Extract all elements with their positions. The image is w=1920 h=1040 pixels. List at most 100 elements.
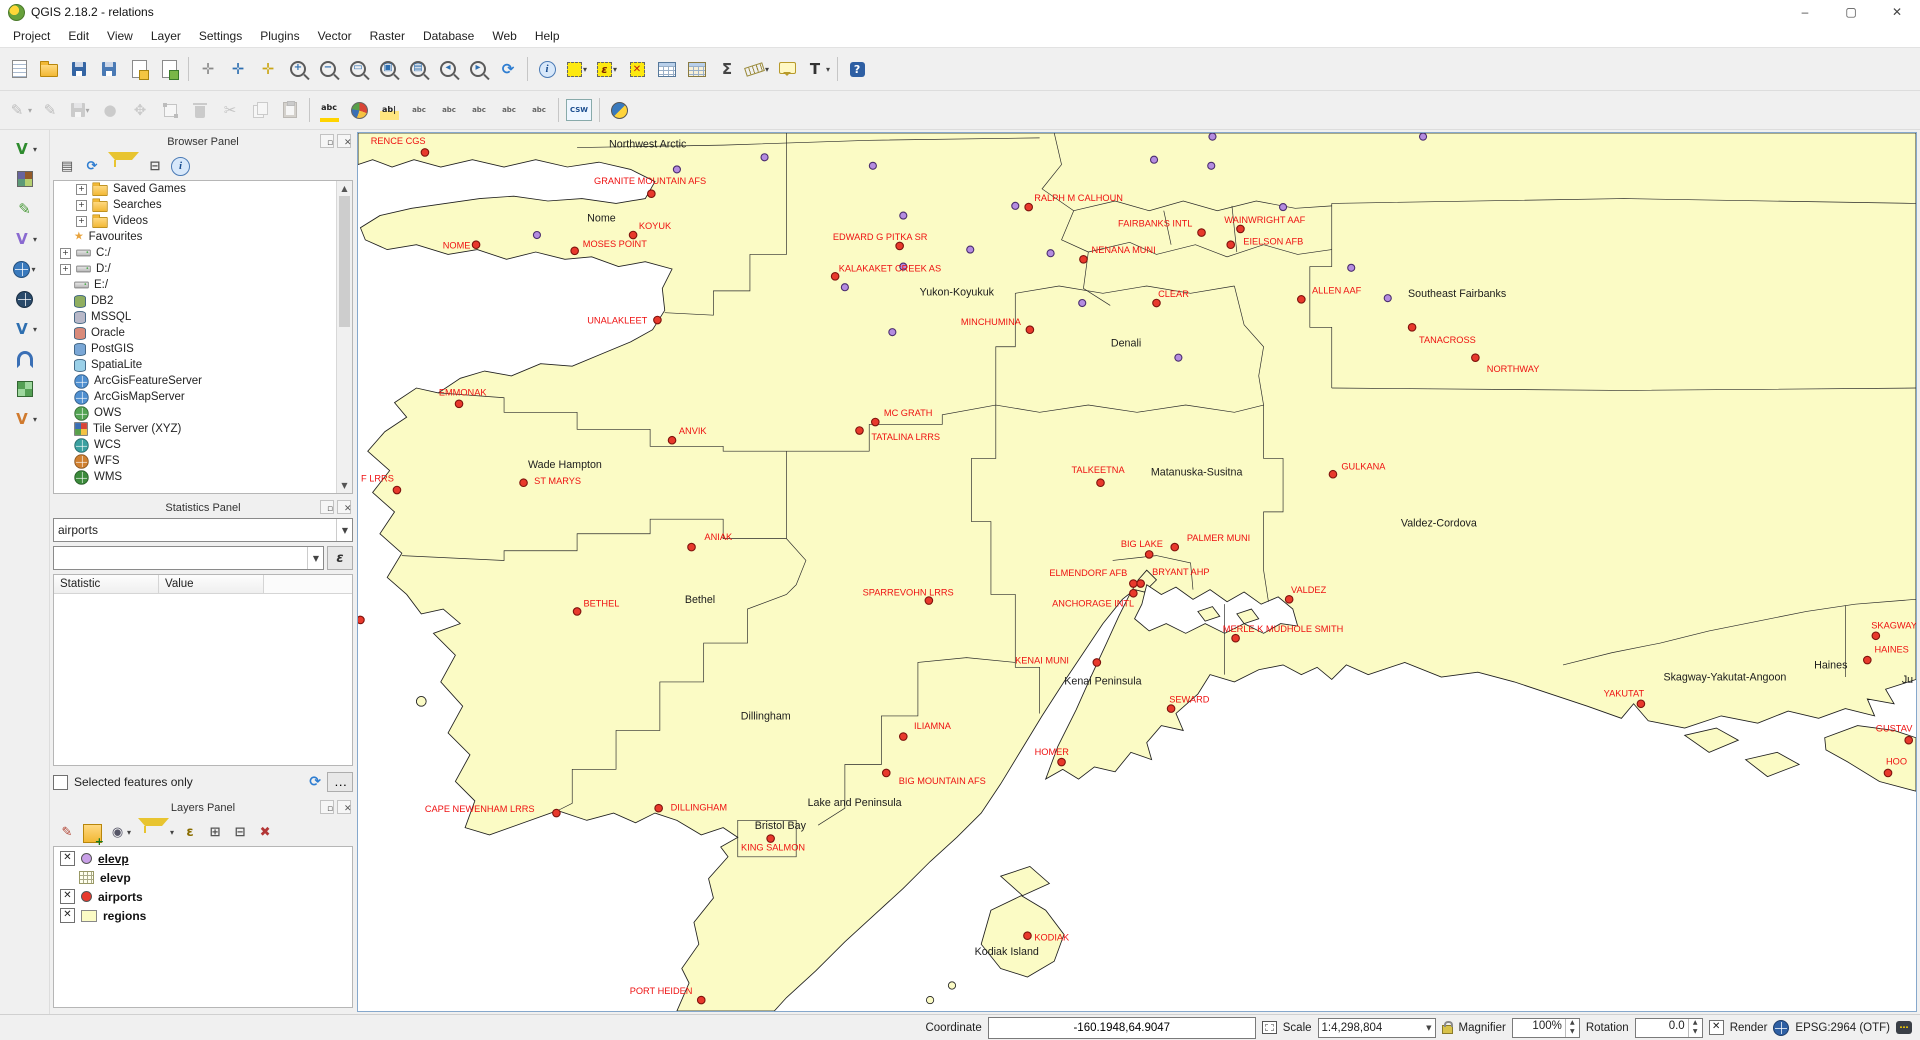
menu-view[interactable]: View xyxy=(98,26,142,46)
menu-plugins[interactable]: Plugins xyxy=(251,26,308,46)
browser-item-favourites[interactable]: Favourites xyxy=(54,229,352,245)
layer-checkbox[interactable] xyxy=(60,851,75,866)
browser-item-saved-games[interactable]: + Saved Games xyxy=(54,181,352,197)
panel-properties-button[interactable]: ▤ xyxy=(56,155,78,177)
expander-icon[interactable]: + xyxy=(76,199,87,211)
save-project-button[interactable] xyxy=(65,55,93,83)
remove-layer-button[interactable]: ✖ xyxy=(254,821,276,843)
save-project-as-button[interactable] xyxy=(95,55,123,83)
filter-expression-button[interactable]: ε xyxy=(179,821,201,843)
scale-combo[interactable]: 1:4,298,804 ▼ xyxy=(1317,1017,1436,1038)
select-by-expression-dropdown-icon[interactable]: ▾ xyxy=(613,65,617,74)
layer-checkbox[interactable] xyxy=(60,908,75,923)
rotate-label-button[interactable] xyxy=(495,96,523,124)
browser-item-c[interactable]: + C:/ xyxy=(54,245,352,261)
browser-item-wfs[interactable]: WFS xyxy=(54,453,352,469)
menu-database[interactable]: Database xyxy=(414,26,483,46)
layer-checkbox[interactable] xyxy=(60,889,75,904)
maximize-button[interactable]: ▢ xyxy=(1828,0,1874,24)
offline-editing-button[interactable] xyxy=(11,165,39,193)
statistics-close-button[interactable]: ✕ xyxy=(337,500,352,514)
menu-vector[interactable]: Vector xyxy=(309,26,361,46)
manage-themes-dropdown-icon[interactable]: ▾ xyxy=(127,828,131,837)
browser-float-button[interactable]: ▫ xyxy=(320,134,334,148)
expand-all-button[interactable]: ⊞ xyxy=(204,821,226,843)
browser-item-db2[interactable]: DB2 xyxy=(54,293,352,309)
layer-diagram-options-button[interactable] xyxy=(345,96,373,124)
menu-help[interactable]: Help xyxy=(526,26,569,46)
freehand-digitize-button[interactable]: ✎ xyxy=(11,195,39,223)
show-hide-labels-button[interactable] xyxy=(435,96,463,124)
menu-edit[interactable]: Edit xyxy=(59,26,98,46)
save-layer-edits-button[interactable]: ▾ xyxy=(66,96,94,124)
topology-checker-button[interactable] xyxy=(11,375,39,403)
processing-tools-button[interactable]: V ▾ xyxy=(10,405,39,433)
statistics-refresh-icon[interactable]: ⟳ xyxy=(309,772,321,792)
close-button[interactable]: ✕ xyxy=(1874,0,1920,24)
expression-builder-button[interactable]: ε xyxy=(327,546,353,570)
processing-tools-dropdown-icon[interactable]: ▾ xyxy=(33,415,37,424)
filter-browser-button[interactable] xyxy=(106,152,141,177)
vector-tools-dropdown-icon[interactable]: ▾ xyxy=(33,145,37,154)
zoom-next-button[interactable] xyxy=(464,55,492,83)
deselect-all-button[interactable] xyxy=(623,55,651,83)
extent-toggle-icon[interactable] xyxy=(1261,1021,1277,1034)
delete-selected-button[interactable] xyxy=(186,96,214,124)
refresh-browser-button[interactable]: ⟳ xyxy=(81,155,103,177)
composer-manager-button[interactable] xyxy=(155,55,183,83)
browser-item-spatialite[interactable]: SpatiaLite xyxy=(54,357,352,373)
layer-row-regions-3[interactable]: regions xyxy=(54,906,352,925)
statistics-float-button[interactable]: ▫ xyxy=(320,500,334,514)
statistic-column-header[interactable]: Statistic xyxy=(54,575,159,593)
expander-icon[interactable]: + xyxy=(76,183,87,195)
item-properties-button[interactable] xyxy=(169,155,192,177)
add-feature-button[interactable]: ● xyxy=(96,96,124,124)
field-calculator-button[interactable] xyxy=(683,55,711,83)
crs-status[interactable]: EPSG:2964 (OTF) xyxy=(1795,1022,1890,1034)
csw-search-button[interactable] xyxy=(564,96,594,124)
pan-map-button[interactable]: ✛ xyxy=(224,55,252,83)
change-label-button[interactable] xyxy=(525,96,553,124)
current-edits-button[interactable]: ✎ ▾ xyxy=(5,96,34,124)
open-attribute-table-button[interactable] xyxy=(653,55,681,83)
menu-settings[interactable]: Settings xyxy=(190,26,251,46)
new-print-composer-button[interactable] xyxy=(125,55,153,83)
select-features-dropdown-icon[interactable]: ▾ xyxy=(583,65,587,74)
copy-features-button[interactable] xyxy=(246,96,274,124)
rotation-spinbox[interactable]: 0.0 ▲ ▼ xyxy=(1634,1017,1703,1038)
identify-features-button[interactable] xyxy=(533,55,561,83)
value-column-header[interactable]: Value xyxy=(159,575,264,593)
menu-layer[interactable]: Layer xyxy=(142,26,190,46)
collapse-all-browser-button[interactable]: ⊟ xyxy=(144,155,166,177)
scroll-down-icon[interactable]: ▼ xyxy=(337,478,352,493)
add-group-button[interactable] xyxy=(81,821,104,847)
metasearch-button[interactable] xyxy=(605,96,633,124)
crs-globe-icon[interactable] xyxy=(1773,1019,1790,1036)
select-by-expression-button[interactable]: ▾ xyxy=(593,55,621,83)
zoom-in-button[interactable] xyxy=(284,55,312,83)
select-features-button[interactable]: ▾ xyxy=(563,55,591,83)
measure-button[interactable]: ▾ xyxy=(743,55,771,83)
geoprocessing-tools-button[interactable]: V ▾ xyxy=(10,225,39,253)
save-layer-edits-dropdown-icon[interactable]: ▾ xyxy=(86,106,90,115)
browser-item-postgis[interactable]: PostGIS xyxy=(54,341,352,357)
scale-lock-icon[interactable] xyxy=(1441,1021,1453,1034)
geoprocessing-tools-dropdown-icon[interactable]: ▾ xyxy=(33,235,37,244)
magnifier-spinbox[interactable]: 100% ▲ ▼ xyxy=(1511,1017,1580,1038)
zoom-to-layer-button[interactable] xyxy=(404,55,432,83)
layers-close-button[interactable]: ✕ xyxy=(337,800,352,814)
browser-item-e[interactable]: E:/ xyxy=(54,277,352,293)
layer-labeling-options-button[interactable] xyxy=(315,96,343,124)
expander-icon[interactable]: + xyxy=(60,263,71,275)
node-tool-button[interactable] xyxy=(156,96,184,124)
text-annotation-dropdown-icon[interactable]: ▾ xyxy=(826,65,830,74)
zoom-out-button[interactable] xyxy=(314,55,342,83)
browser-item-ows[interactable]: OWS xyxy=(54,405,352,421)
toggle-editing-button[interactable]: ✎ xyxy=(36,96,64,124)
spin-arrows-icon[interactable]: ▲ ▼ xyxy=(1687,1018,1702,1037)
scrollbar-thumb[interactable] xyxy=(339,196,350,328)
zoom-to-selection-button[interactable] xyxy=(374,55,402,83)
web-tools-button[interactable] xyxy=(11,285,39,313)
filter-legend-button[interactable]: ▾ xyxy=(136,818,176,843)
browser-item-mssql[interactable]: MSSQL xyxy=(54,309,352,325)
